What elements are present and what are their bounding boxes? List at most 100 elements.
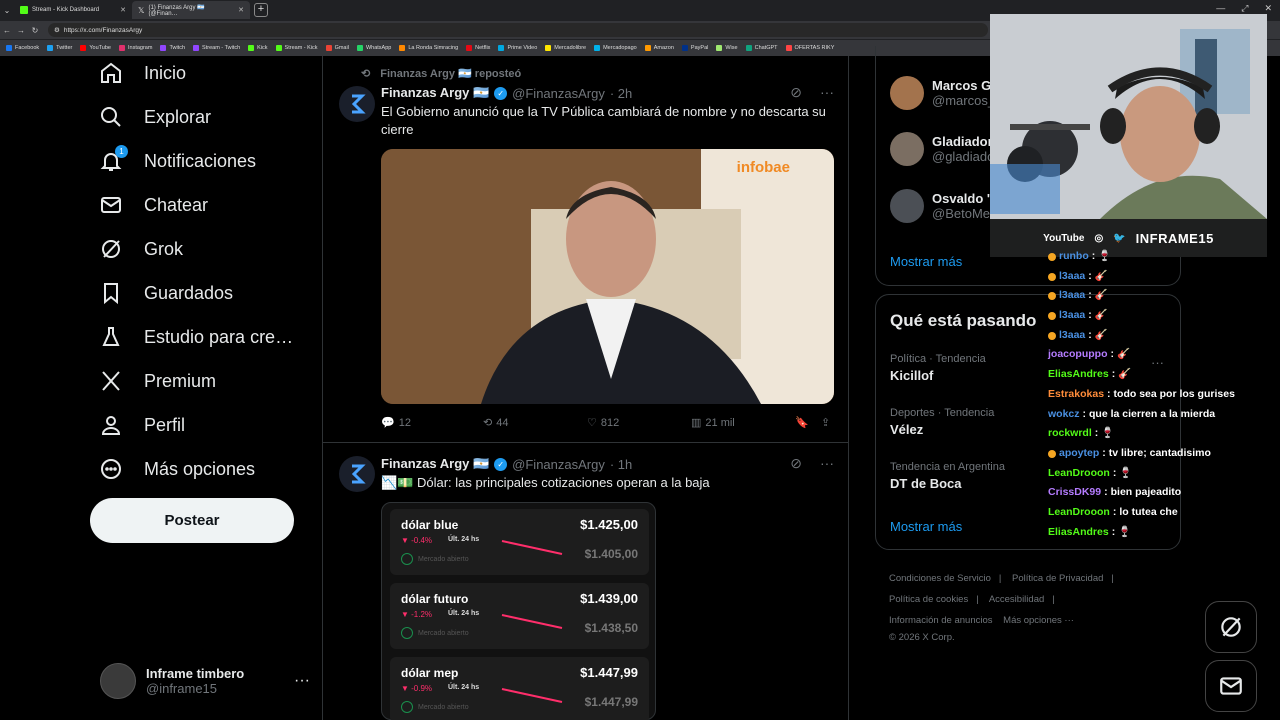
more-icon[interactable]: ··· xyxy=(820,455,834,472)
author-name[interactable]: Finanzas Argy 🇦🇷 xyxy=(381,456,489,472)
author-handle[interactable]: @FinanzasArgy xyxy=(512,86,605,101)
site-info-icon[interactable]: ⚙ xyxy=(54,26,60,34)
bookmark-item[interactable]: Wise xyxy=(716,45,738,51)
footer-link[interactable]: Accesibilidad xyxy=(989,594,1044,605)
bookmark-item[interactable]: YouTube xyxy=(80,45,111,51)
close-window-icon[interactable]: ✕ xyxy=(1264,3,1272,14)
minimize-icon[interactable]: — xyxy=(1216,3,1225,14)
bookmark-item[interactable]: Stream - Twitch xyxy=(193,45,240,51)
post-button[interactable]: Postear xyxy=(90,498,294,543)
footer-link[interactable]: Política de cookies xyxy=(889,594,968,605)
trend-item[interactable]: Política · Tendencia Kicillof xyxy=(890,353,986,383)
bookmark-favicon-icon xyxy=(644,45,651,51)
chat-message: l3aaa: 🎸 xyxy=(1048,286,1280,306)
tweet-time[interactable]: · 1h xyxy=(610,457,632,472)
reload-icon[interactable]: ↻ xyxy=(28,26,42,35)
follow-suggestion[interactable]: Osvaldo ' @BetoMe xyxy=(890,189,990,223)
close-tab-icon[interactable]: ✕ xyxy=(120,6,126,14)
more-icon[interactable]: ··· xyxy=(820,84,834,101)
trend-item[interactable]: Deportes · Tendencia Vélez xyxy=(890,407,994,437)
account-switcher[interactable]: Inframe timbero @inframe15 ··· xyxy=(100,662,310,700)
views-button[interactable]: ▥ 21 mil xyxy=(691,416,795,430)
rate-period: Últ. 24 hs xyxy=(448,684,480,691)
bookmark-item[interactable]: La Ronda Simracing xyxy=(399,45,458,51)
bookmark-item[interactable]: Gmail xyxy=(325,45,349,51)
bookmark-item[interactable]: Facebook xyxy=(6,45,39,51)
bookmark-item[interactable]: Twitter xyxy=(47,45,72,51)
nav-mas-opciones[interactable]: Más opciones xyxy=(98,456,255,482)
bookmark-item[interactable]: PayPal xyxy=(681,45,708,51)
bookmark-label: ChatGPT xyxy=(754,45,778,51)
bookmark-item[interactable]: Twitch xyxy=(160,45,185,51)
footer-link[interactable]: Información de anuncios xyxy=(889,615,993,626)
back-icon[interactable]: ← xyxy=(0,26,14,35)
bookmark-item[interactable]: Netflix xyxy=(466,45,490,51)
close-tab-icon[interactable]: ✕ xyxy=(238,6,244,14)
grok-fab-button[interactable] xyxy=(1205,601,1257,653)
search-icon xyxy=(98,104,124,130)
browser-tab-x[interactable]: 𝕏 (1) Finanzas Argy 🇦🇷 (@Finan… ✕ xyxy=(132,1,250,19)
trend-name: Kicillof xyxy=(890,368,934,383)
nav-explorar[interactable]: Explorar xyxy=(98,104,211,130)
browser-tab-kick[interactable]: Stream - Kick Dashboard ✕ xyxy=(14,1,132,19)
tweet-media[interactable]: infobae xyxy=(381,149,834,404)
chat-text: todo sea por los gurises xyxy=(1113,387,1235,400)
nav-grok[interactable]: Grok xyxy=(98,236,183,262)
reply-button[interactable]: 💬 12 xyxy=(381,416,483,430)
dolar-rates-image[interactable]: dólar blue ▼ -0.4% Últ. 24 hs $1.425,00 … xyxy=(381,502,656,720)
author-handle[interactable]: @FinanzasArgy xyxy=(512,457,605,472)
nav-premium[interactable]: Premium xyxy=(98,368,216,394)
trend-item[interactable]: Tendencia en Argentina DT de Boca xyxy=(890,461,1005,491)
chat-username: l3aaa xyxy=(1059,328,1086,341)
follow-suggestion[interactable]: Gladiador @gladiado xyxy=(890,132,994,166)
messages-fab-button[interactable] xyxy=(1205,660,1257,712)
share-button[interactable]: ⇪ xyxy=(821,416,830,429)
avatar[interactable] xyxy=(339,86,375,122)
bookmark-item[interactable]: Kick xyxy=(248,45,268,51)
show-more-link[interactable]: Mostrar más xyxy=(890,254,962,269)
avatar[interactable] xyxy=(339,456,375,492)
nav-estudio[interactable]: Estudio para cre… xyxy=(98,324,293,350)
instagram-icon: ◎ xyxy=(1094,232,1104,244)
tweet-time[interactable]: · 2h xyxy=(610,86,632,101)
bookmark-item[interactable]: Mercadopago xyxy=(594,45,637,51)
grok-icon[interactable]: ⊘ xyxy=(790,84,802,101)
show-more-link[interactable]: Mostrar más xyxy=(890,519,962,534)
bookmark-item[interactable]: Instagram xyxy=(118,45,152,51)
url-bar[interactable]: ⚙ https://x.com/FinanzasArgy xyxy=(48,23,988,37)
author-name[interactable]: Finanzas Argy 🇦🇷 xyxy=(381,85,489,101)
follow-name: Osvaldo ' xyxy=(932,191,990,206)
new-tab-button[interactable]: + xyxy=(254,3,268,17)
bookmark-item[interactable]: Stream - Kick xyxy=(275,45,318,51)
tab-list-icon[interactable]: ⌄ xyxy=(0,6,14,15)
rate-price: $1.425,00 xyxy=(580,517,638,532)
bookmark-item[interactable]: Mercadolibre xyxy=(545,45,586,51)
nav-chatear[interactable]: Chatear xyxy=(98,192,208,218)
nav-guardados[interactable]: Guardados xyxy=(98,280,233,306)
bookmark-item[interactable]: OFERTAS RIKY xyxy=(785,45,834,51)
nav-perfil[interactable]: Perfil xyxy=(98,412,185,438)
bookmark-button[interactable]: 🔖 xyxy=(795,416,821,429)
forward-icon[interactable]: → xyxy=(14,26,28,35)
nav-inicio[interactable]: Inicio xyxy=(98,60,186,86)
bookmark-label: Kick xyxy=(257,45,268,51)
chat-username: rockwrdl xyxy=(1048,427,1092,440)
grok-icon[interactable]: ⊘ xyxy=(790,455,802,472)
chat-badge-icon xyxy=(1048,449,1056,458)
restore-icon[interactable]: ⤢ xyxy=(1241,3,1248,14)
footer-link[interactable]: Más opciones ··· xyxy=(1003,615,1074,626)
nav-notificaciones[interactable]: 1 Notificaciones xyxy=(98,145,256,174)
bookmark-item[interactable]: Prime Video xyxy=(498,45,537,51)
bookmark-item[interactable]: ChatGPT xyxy=(745,45,778,51)
rate-change: ▼ -0.9% xyxy=(401,684,433,693)
follow-suggestion[interactable]: Marcos G @marcos_ xyxy=(890,76,995,110)
footer-link[interactable]: Condiciones de Servicio xyxy=(889,573,991,584)
bookmark-item[interactable]: WhatsApp xyxy=(356,45,391,51)
repost-button[interactable]: ⟲ 44 xyxy=(483,416,587,430)
footer-sep: | xyxy=(976,594,979,605)
footer-link[interactable]: Política de Privacidad xyxy=(1012,573,1103,584)
more-icon[interactable]: ··· xyxy=(294,672,310,690)
like-button[interactable]: ♡ 812 xyxy=(587,416,691,430)
bookmark-item[interactable]: Amazon xyxy=(644,45,674,51)
stream-chat: runbo: 🍷 l3aaa: 🎸 l3aaa: 🎸 l3aaa: 🎸 l3aaa: 🎸 joaco… xyxy=(1048,247,1280,567)
